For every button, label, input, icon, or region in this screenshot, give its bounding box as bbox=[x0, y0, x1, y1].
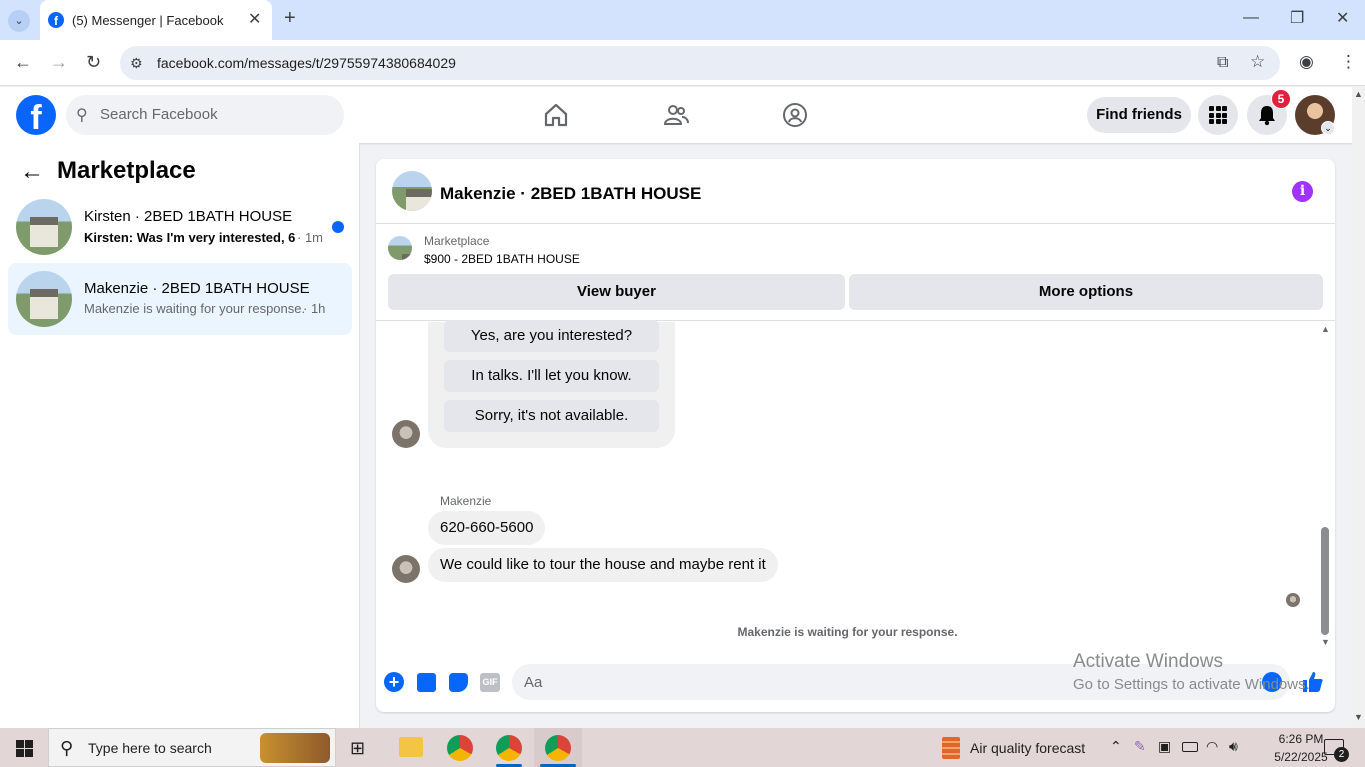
conversation-snippet: Makenzie is waiting for your response. bbox=[84, 301, 306, 316]
message-bubble[interactable]: We could like to tour the house and mayb… bbox=[428, 548, 778, 582]
reload-icon[interactable]: ↻ bbox=[86, 53, 101, 71]
quick-reply-button[interactable]: Sorry, it's not available. bbox=[444, 400, 659, 432]
tab-title: (5) Messenger | Facebook bbox=[72, 13, 224, 28]
sender-avatar[interactable] bbox=[392, 555, 420, 583]
chrome-profile-d-icon[interactable] bbox=[447, 735, 473, 761]
tab-search-icon[interactable]: ⌄ bbox=[8, 10, 30, 32]
taskbar-search-icon: ⚲ bbox=[60, 738, 74, 758]
activate-windows-subtitle: Go to Settings to activate Windows. bbox=[1073, 676, 1310, 693]
facebook-logo[interactable]: f bbox=[16, 95, 56, 135]
search-placeholder: Search Facebook bbox=[100, 106, 218, 123]
account-chevron-icon[interactable]: ⌄ bbox=[1321, 121, 1335, 135]
sender-name: Makenzie bbox=[440, 494, 492, 508]
quick-reply-button[interactable]: In talks. I'll let you know. bbox=[444, 360, 659, 392]
taskbar-time[interactable]: 6:26 PM bbox=[1276, 732, 1326, 746]
new-tab-icon[interactable]: + bbox=[284, 8, 296, 28]
file-explorer-icon[interactable] bbox=[399, 737, 423, 757]
activate-windows-title: Activate Windows bbox=[1073, 651, 1223, 672]
conversation-snippet: Kirsten: Was I'm very interested, 6... bbox=[84, 230, 296, 245]
taskbar-notification-badge: 2 bbox=[1334, 747, 1349, 762]
quick-reply-button[interactable]: Yes, are you interested? bbox=[444, 320, 659, 352]
pen-icon[interactable]: ✎ bbox=[1134, 738, 1146, 755]
view-buyer-button[interactable]: View buyer bbox=[388, 274, 845, 310]
back-icon[interactable]: ← bbox=[14, 53, 32, 71]
taskbar-date[interactable]: 5/22/2025 bbox=[1270, 750, 1332, 764]
taskbar-search-placeholder: Type here to search bbox=[88, 740, 212, 756]
battery-icon[interactable] bbox=[1182, 742, 1198, 752]
waiting-status: Makenzie is waiting for your response. bbox=[737, 625, 958, 639]
site-info-icon[interactable]: ⚙ bbox=[130, 55, 143, 71]
listing-title[interactable]: $900 - 2BED 1BATH HOUSE bbox=[424, 252, 580, 266]
sender-avatar[interactable] bbox=[392, 420, 420, 448]
search-highlight-image[interactable] bbox=[260, 733, 330, 763]
groups-icon[interactable] bbox=[782, 102, 808, 128]
profile-icon[interactable]: ◉ bbox=[1299, 53, 1314, 70]
info-icon[interactable]: i bbox=[1292, 181, 1313, 202]
windows-start-icon[interactable] bbox=[16, 740, 33, 757]
close-tab-icon[interactable]: ✕ bbox=[248, 12, 261, 28]
back-arrow-icon[interactable]: ← bbox=[20, 158, 44, 186]
gif-icon[interactable]: GIF bbox=[480, 673, 500, 692]
photo-icon[interactable] bbox=[417, 673, 436, 692]
facebook-favicon-icon: f bbox=[48, 12, 64, 28]
scrollbar-thumb[interactable] bbox=[1321, 527, 1329, 635]
chrome-menu-icon[interactable]: ⋮ bbox=[1340, 53, 1357, 70]
header-divider bbox=[376, 223, 1335, 224]
install-app-icon[interactable]: ⧉ bbox=[1217, 55, 1228, 71]
page-scroll-up-icon[interactable]: ▲ bbox=[1354, 89, 1363, 99]
conversation-name: Kirsten · 2BED 1BATH HOUSE bbox=[84, 208, 293, 225]
forward-icon[interactable]: → bbox=[50, 53, 68, 71]
chrome-active-icon[interactable] bbox=[545, 735, 571, 761]
page-scrollbar[interactable] bbox=[1352, 87, 1365, 728]
chat-listing-thumbnail[interactable] bbox=[392, 171, 432, 211]
conversation-name: Makenzie · 2BED 1BATH HOUSE bbox=[84, 280, 310, 297]
friends-icon[interactable] bbox=[663, 102, 689, 128]
listing-thumbnail bbox=[16, 199, 72, 255]
minimize-icon[interactable]: — bbox=[1243, 10, 1259, 26]
message-bubble[interactable]: 620-660-5600 bbox=[428, 511, 546, 545]
apps-grid-icon bbox=[1209, 106, 1227, 124]
conversation-time: · 1m bbox=[297, 230, 323, 245]
more-options-button[interactable]: More options bbox=[849, 274, 1323, 310]
task-view-icon[interactable]: ⊞ bbox=[350, 738, 365, 759]
weather-widget[interactable]: Air quality forecast bbox=[970, 740, 1085, 756]
sidebar-title: Marketplace bbox=[57, 157, 196, 184]
scroll-up-icon[interactable]: ▲ bbox=[1321, 324, 1330, 334]
wifi-icon[interactable]: ◠ bbox=[1206, 738, 1218, 755]
scroll-down-icon[interactable]: ▼ bbox=[1321, 637, 1330, 647]
read-receipt-avatar bbox=[1286, 593, 1300, 607]
find-friends-button[interactable]: Find friends bbox=[1087, 97, 1191, 133]
notification-badge: 5 bbox=[1271, 89, 1291, 109]
page-scroll-down-icon[interactable]: ▼ bbox=[1354, 712, 1363, 722]
marketplace-thumbnail bbox=[388, 236, 412, 260]
bookmark-star-icon[interactable]: ☆ bbox=[1250, 53, 1265, 70]
home-icon[interactable] bbox=[543, 102, 569, 128]
restore-icon[interactable]: ❐ bbox=[1290, 11, 1304, 27]
show-hidden-icons[interactable]: ⌃ bbox=[1110, 738, 1122, 755]
search-icon: ⚲ bbox=[76, 107, 88, 124]
close-window-icon[interactable]: ✕ bbox=[1336, 11, 1349, 27]
conversation-time: · 1h bbox=[303, 301, 326, 316]
unread-dot bbox=[332, 221, 344, 233]
message-placeholder: Aa bbox=[524, 674, 543, 691]
marketplace-label: Marketplace bbox=[424, 234, 490, 248]
plus-icon[interactable]: + bbox=[384, 672, 404, 692]
listing-thumbnail bbox=[16, 271, 72, 327]
meet-icon[interactable]: ▣ bbox=[1158, 738, 1171, 755]
chrome-icon[interactable] bbox=[496, 735, 522, 761]
volume-icon[interactable]: 🔊︎ bbox=[1229, 738, 1238, 755]
chat-title[interactable]: Makenzie · 2BED 1BATH HOUSE bbox=[440, 184, 701, 204]
url-text[interactable]: facebook.com/messages/t/2975597438068402… bbox=[157, 55, 456, 71]
air-quality-icon[interactable] bbox=[942, 737, 960, 759]
